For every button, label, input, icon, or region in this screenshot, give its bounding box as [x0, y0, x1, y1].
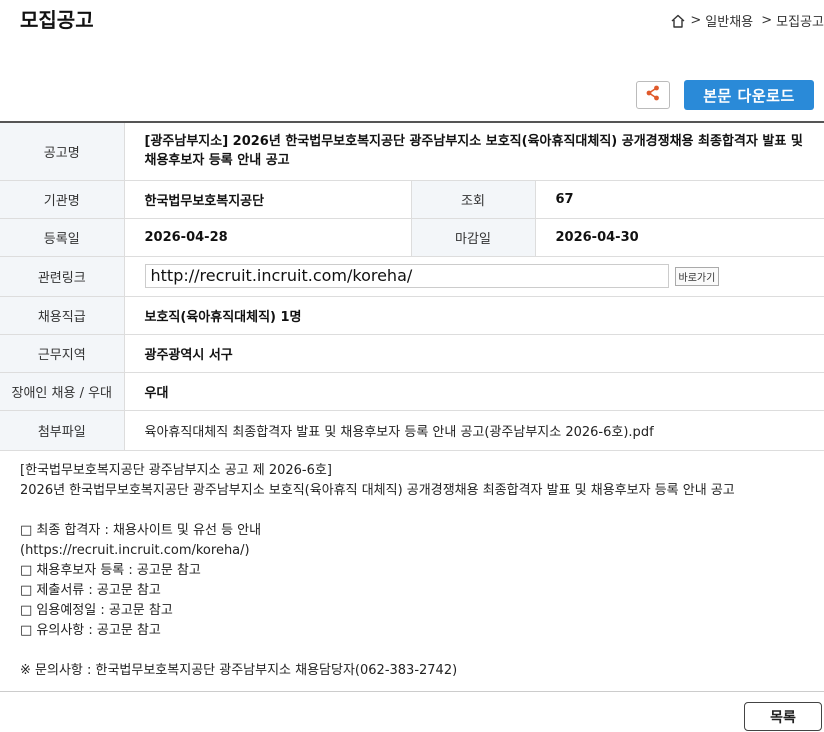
body-line: 2026년 한국법무보호복지공단 광주남부지소 보호직(육아휴직 대체직) 공개… — [20, 483, 735, 498]
list-button[interactable]: 목록 — [744, 702, 822, 731]
body-line: □ 유의사항 : 공고문 참고 — [20, 623, 161, 638]
breadcrumb: > 일반채용 > 모집공고 — [670, 11, 824, 30]
breadcrumb-separator: > — [757, 13, 773, 28]
views-value: 67 — [535, 180, 824, 219]
views-label: 조회 — [411, 180, 536, 219]
position-value: 보호직(육아휴직대체직) 1명 — [124, 296, 824, 335]
org-label: 기관명 — [0, 180, 125, 219]
reg-date-label: 등록일 — [0, 218, 125, 257]
breadcrumb-item-notice[interactable]: 모집공고 — [776, 11, 824, 30]
position-label: 채용직급 — [0, 296, 125, 335]
download-body-button[interactable]: 본문 다운로드 — [684, 80, 814, 110]
related-link-field[interactable]: http://recruit.incruit.com/koreha/ — [144, 264, 669, 288]
location-value: 광주광역시 서구 — [124, 334, 824, 373]
attachment-cell: 육아휴직대체직 최종합격자 발표 및 채용후보자 등록 안내 공고(광주남부지소… — [124, 410, 824, 451]
body-line: [한국법무보호복지공단 광주남부지소 공고 제 2026-6호] — [20, 463, 332, 478]
notice-info-table: 공고명 [광주남부지소] 2026년 한국법무보호복지공단 광주남부지소 보호직… — [0, 121, 824, 451]
body-line: □ 임용예정일 : 공고문 참고 — [20, 603, 173, 618]
contact-line: ※ 문의사항 : 한국법무보호복지공단 광주남부지소 채용담당자(062-383… — [20, 663, 458, 678]
link-label: 관련링크 — [0, 256, 125, 297]
attachment-file-link[interactable]: 육아휴직대체직 최종합격자 발표 및 채용후보자 등록 안내 공고(광주남부지소… — [145, 425, 654, 440]
org-value: 한국법무보호복지공단 — [124, 180, 412, 219]
body-line: (https://recruit.incruit.com/koreha/) — [20, 543, 250, 558]
home-icon[interactable] — [670, 13, 686, 29]
deadline-label: 마감일 — [411, 218, 536, 257]
breadcrumb-item-general[interactable]: 일반채용 — [705, 11, 753, 30]
deadline-value: 2026-04-30 — [535, 218, 824, 257]
breadcrumb-separator: > — [690, 13, 702, 28]
reg-date-value: 2026-04-28 — [124, 218, 412, 257]
disability-label: 장애인 채용 / 우대 — [0, 372, 125, 411]
notice-label: 공고명 — [0, 121, 125, 181]
notice-body: [한국법무보호복지공단 광주남부지소 공고 제 2026-6호] 2026년 한… — [20, 461, 810, 681]
body-line: □ 제출서류 : 공고문 참고 — [20, 583, 161, 598]
go-link-button[interactable]: 바로가기 — [674, 266, 720, 286]
divider — [0, 691, 824, 692]
location-label: 근무지역 — [0, 334, 125, 373]
share-icon — [644, 84, 662, 106]
body-line: □ 채용후보자 등록 : 공고문 참고 — [20, 563, 201, 578]
body-line: □ 최종 합격자 : 채용사이트 및 유선 등 안내 — [20, 523, 262, 538]
disability-value: 우대 — [124, 372, 824, 411]
share-button[interactable] — [636, 81, 670, 109]
link-cell: http://recruit.incruit.com/koreha/바로가기 — [124, 256, 824, 297]
notice-title: [광주남부지소] 2026년 한국법무보호복지공단 광주남부지소 보호직(육아휴… — [124, 121, 824, 181]
page-title: 모집공고 — [20, 8, 94, 32]
attachment-label: 첨부파일 — [0, 410, 125, 451]
